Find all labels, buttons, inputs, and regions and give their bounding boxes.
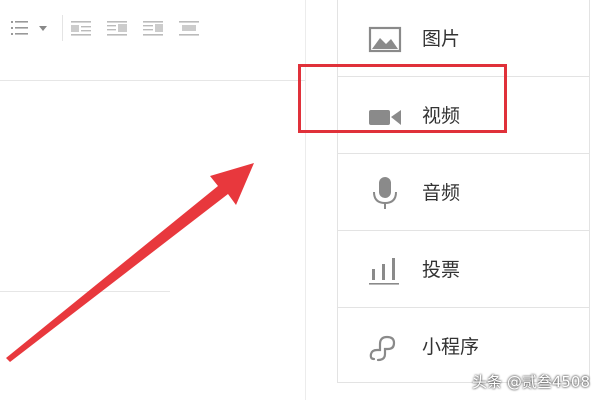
insert-image-label: 图片	[422, 28, 461, 50]
editor-screen: 图片 视频 音频 投票 小程序 头条 @贰叁4508	[0, 0, 600, 400]
image-icon	[368, 22, 402, 56]
align-left-icon[interactable]	[70, 18, 92, 38]
align-center-icon[interactable]	[106, 18, 128, 38]
align-right-icon[interactable]	[142, 18, 164, 38]
mini-program-icon	[368, 330, 402, 364]
microphone-icon	[368, 176, 402, 210]
bar-chart-icon	[368, 253, 402, 287]
insert-vote-item[interactable]: 投票	[338, 231, 589, 308]
insert-audio-item[interactable]: 音频	[338, 154, 589, 231]
insert-audio-label: 音频	[422, 182, 461, 204]
editor-toolbar	[0, 0, 305, 58]
list-dropdown-icon[interactable]	[8, 18, 50, 38]
align-justify-icon[interactable]	[178, 18, 200, 38]
watermark: 头条 @贰叁4508	[472, 373, 590, 391]
toolbar-separator	[62, 15, 63, 41]
content-divider	[0, 291, 170, 292]
panel-divider	[305, 0, 306, 400]
editor-divider	[0, 80, 305, 81]
insert-panel: 图片 视频 音频 投票 小程序	[337, 0, 590, 383]
insert-mini-program-label: 小程序	[422, 336, 480, 358]
insert-vote-label: 投票	[422, 259, 461, 281]
video-highlight-box	[298, 64, 507, 133]
